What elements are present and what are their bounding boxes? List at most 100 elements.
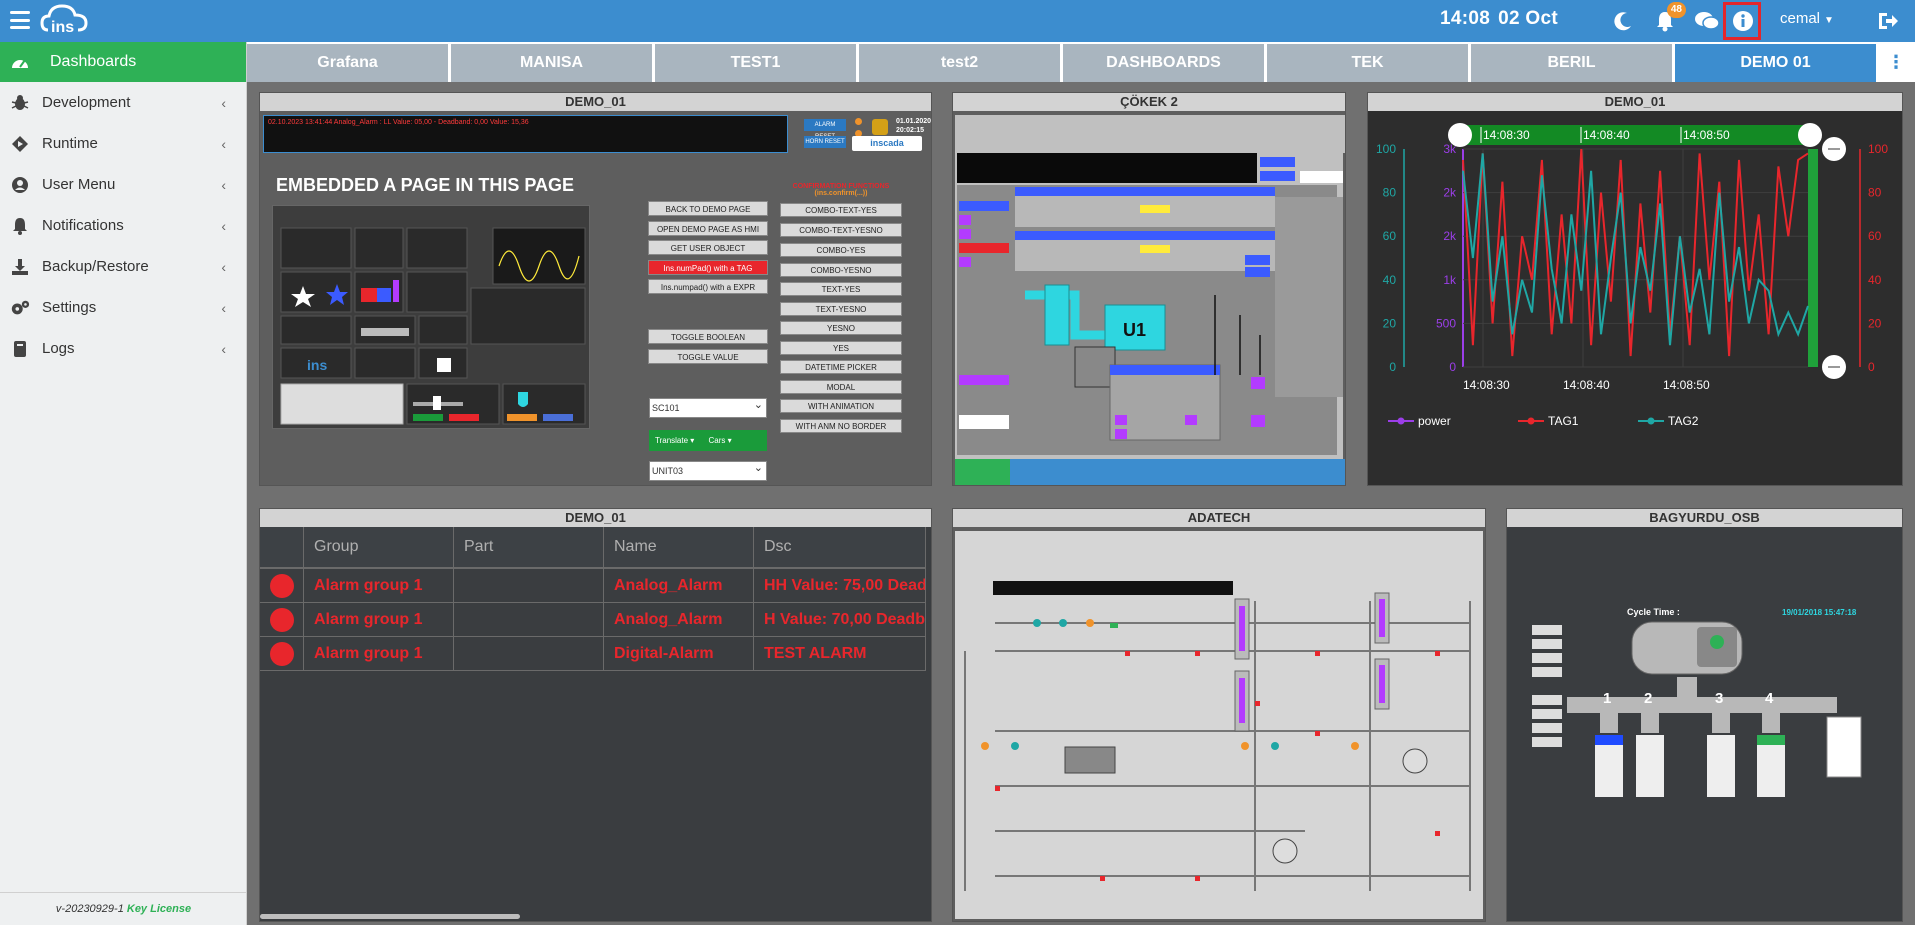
scada-screen[interactable]: U1 bbox=[955, 115, 1345, 485]
scada-screen[interactable] bbox=[955, 531, 1483, 919]
sidebar-item-label: Logs bbox=[42, 340, 75, 357]
legend-marker-dot bbox=[1397, 417, 1405, 425]
clock: 14:08 02 Oct bbox=[1440, 8, 1558, 30]
app-logo[interactable]: ins bbox=[40, 2, 88, 38]
user-menu[interactable]: cemal ▼ bbox=[1780, 10, 1834, 27]
combo-text-yesno-button[interactable]: COMBO-TEXT-YESNO bbox=[780, 223, 902, 237]
stream-1-label: 1 bbox=[1603, 690, 1611, 707]
modal-button[interactable]: MODAL bbox=[780, 380, 902, 394]
tab-test2[interactable]: test2 bbox=[859, 44, 1060, 82]
alarm-reset-button[interactable]: ALARM RESET bbox=[804, 119, 846, 140]
column-header-name[interactable]: Name bbox=[604, 527, 754, 567]
notification-badge: 48 bbox=[1666, 2, 1686, 18]
chat-icon[interactable] bbox=[1694, 8, 1720, 34]
tab-test1[interactable]: TEST1 bbox=[655, 44, 856, 82]
chevron-left-icon: ‹ bbox=[221, 258, 226, 275]
sidebar-item-backup-restore[interactable]: Backup/Restore ‹ bbox=[0, 246, 246, 287]
sidebar-item-notifications[interactable]: Notifications ‹ bbox=[0, 205, 246, 246]
sidebar-item-settings[interactable]: Settings ‹ bbox=[0, 287, 246, 328]
logout-icon[interactable] bbox=[1875, 8, 1901, 34]
embedded-page-frame[interactable]: ins bbox=[272, 205, 590, 429]
y-tick-power: 500 bbox=[1436, 316, 1456, 330]
text-yesno-button[interactable]: TEXT-YESNO bbox=[780, 302, 902, 316]
moon-icon[interactable] bbox=[1610, 8, 1636, 34]
sidebar-item-dashboards[interactable]: Dashboards bbox=[0, 42, 246, 82]
table-row[interactable]: Alarm group 1 Analog_Alarm H Value: 70,0… bbox=[260, 603, 926, 637]
runtime-icon bbox=[10, 134, 30, 154]
header-datetime: 01.01.2020 20:02:15 bbox=[896, 118, 932, 134]
tab-demo-01[interactable]: DEMO 01 bbox=[1675, 44, 1876, 82]
yesno-button[interactable]: YESNO bbox=[780, 321, 902, 335]
part-cell bbox=[454, 603, 604, 636]
datetime-picker-button[interactable]: DATETIME PICKER bbox=[780, 360, 902, 374]
back-to-demo-page-button[interactable]: BACK TO DEMO PAGE bbox=[648, 201, 768, 216]
translate-widget[interactable]: Translate ▾ Cars ▾ bbox=[649, 430, 767, 451]
translate-label: Translate bbox=[655, 436, 689, 445]
panel-title: ADATECH bbox=[953, 509, 1485, 527]
device-select[interactable]: SC101 bbox=[649, 396, 767, 418]
more-vertical-icon[interactable]: ⋮ bbox=[1887, 52, 1905, 73]
column-header-part[interactable]: Part bbox=[454, 527, 604, 567]
navigator-time-label: 14:08:30 bbox=[1483, 128, 1530, 142]
panel-title: ÇÖKEK 2 bbox=[953, 93, 1345, 111]
tab-manisa[interactable]: MANISA bbox=[451, 44, 652, 82]
bell-icon[interactable]: 48 bbox=[1652, 2, 1686, 34]
panel-demo-embedded: DEMO_01 02.10.2023 13:41:44 Analog_Alarm… bbox=[259, 92, 932, 486]
unit-u1-label: U1 bbox=[1123, 320, 1146, 340]
menu-toggle-icon[interactable] bbox=[10, 11, 30, 29]
confirmation-title: CONFIRMATION FUNCTIONS bbox=[792, 183, 890, 190]
sidebar-item-user-menu[interactable]: User Menu ‹ bbox=[0, 164, 246, 205]
bagyurdu-analyzer-diagram[interactable]: Cycle Time : 19/01/2018 15:47:18 1 2 3 4 bbox=[1507, 527, 1903, 921]
table-row[interactable]: Alarm group 1 Digital-Alarm TEST ALARM bbox=[260, 637, 926, 671]
with-animation-button[interactable]: WITH ANIMATION bbox=[780, 399, 902, 413]
panel-cokek-2: ÇÖKEK 2 U1 bbox=[952, 92, 1346, 486]
info-icon[interactable] bbox=[1730, 8, 1756, 34]
clock-date: 02 Oct bbox=[1498, 8, 1558, 29]
legend-label: TAG1 bbox=[1548, 414, 1579, 428]
panel-bagyurdu-osb: BAGYURDU_OSB Cycle Time : 19/01/2018 15:… bbox=[1506, 508, 1903, 922]
dsc-cell: H Value: 70,00 Deadb bbox=[754, 603, 926, 636]
tab-dashboards[interactable]: DASHBOARDS bbox=[1063, 44, 1264, 82]
numpad-tag-button[interactable]: Ins.numPad() with a TAG bbox=[648, 260, 768, 275]
sidebar: Dashboards Development ‹ Runtime ‹ User … bbox=[0, 42, 247, 925]
tab-tek[interactable]: TEK bbox=[1267, 44, 1468, 82]
tab-grafana[interactable]: Grafana bbox=[247, 44, 448, 82]
dashboard-tabs: Grafana MANISA TEST1 test2 DASHBOARDS TE… bbox=[247, 42, 1915, 82]
inscada-logo: inscada bbox=[852, 136, 922, 151]
sidebar-item-development[interactable]: Development ‹ bbox=[0, 82, 246, 123]
panel-title: DEMO_01 bbox=[260, 93, 931, 111]
combo-yesno-button[interactable]: COMBO-YESNO bbox=[780, 263, 902, 277]
combo-text-yes-button[interactable]: COMBO-TEXT-YES bbox=[780, 203, 902, 217]
dsc-cell: TEST ALARM bbox=[754, 637, 926, 670]
tab-beril[interactable]: BERIL bbox=[1471, 44, 1672, 82]
vertical-range-bar[interactable] bbox=[1808, 149, 1818, 367]
top-bar: ins 14:08 02 Oct 48 cemal ▼ bbox=[0, 0, 1915, 42]
sidebar-item-logs[interactable]: Logs ‹ bbox=[0, 328, 246, 369]
sidebar-item-label: Settings bbox=[42, 299, 97, 316]
horn-reset-button[interactable]: HORN RESET bbox=[804, 136, 846, 148]
numpad-expr-button[interactable]: Ins.numpad() with a EXPR bbox=[648, 279, 768, 294]
column-header-group[interactable]: Group bbox=[304, 527, 454, 567]
unit-select[interactable]: UNIT03 bbox=[649, 459, 767, 481]
sidebar-item-runtime[interactable]: Runtime ‹ bbox=[0, 123, 246, 164]
with-anm-no-border-button[interactable]: WITH ANM NO BORDER bbox=[780, 419, 902, 433]
alarm-status-cell bbox=[260, 603, 304, 636]
dsc-cell: HH Value: 75,00 Dead bbox=[754, 569, 926, 602]
alarm-active-indicator bbox=[269, 573, 294, 598]
toggle-boolean-button[interactable]: TOGGLE BOOLEAN bbox=[648, 329, 768, 344]
get-user-object-button[interactable]: GET USER OBJECT bbox=[648, 240, 768, 255]
text-yes-button[interactable]: TEXT-YES bbox=[780, 282, 902, 296]
column-header-dsc[interactable]: Dsc bbox=[754, 527, 926, 567]
horizontal-scrollbar[interactable] bbox=[260, 914, 520, 919]
legend-label: TAG2 bbox=[1668, 414, 1699, 428]
combo-yes-button[interactable]: COMBO-YES bbox=[780, 243, 902, 257]
toggle-value-button[interactable]: TOGGLE VALUE bbox=[648, 349, 768, 364]
yes-button[interactable]: YES bbox=[780, 341, 902, 355]
trend-chart[interactable]: 0 0 0 20 500 20 40 1k 40 60 2k 60 80 2k 80 100 3k 100 14:0… bbox=[1368, 111, 1904, 485]
chevron-down-icon: ▼ bbox=[1824, 15, 1834, 26]
open-demo-page-hmi-button[interactable]: OPEN DEMO PAGE AS HMI bbox=[648, 221, 768, 236]
range-handle-right[interactable] bbox=[1798, 123, 1822, 147]
y-tick-tag-left: 100 bbox=[1376, 142, 1396, 156]
y-tick-power: 2k bbox=[1443, 186, 1457, 200]
table-row[interactable]: Alarm group 1 Analog_Alarm HH Value: 75,… bbox=[260, 569, 926, 603]
